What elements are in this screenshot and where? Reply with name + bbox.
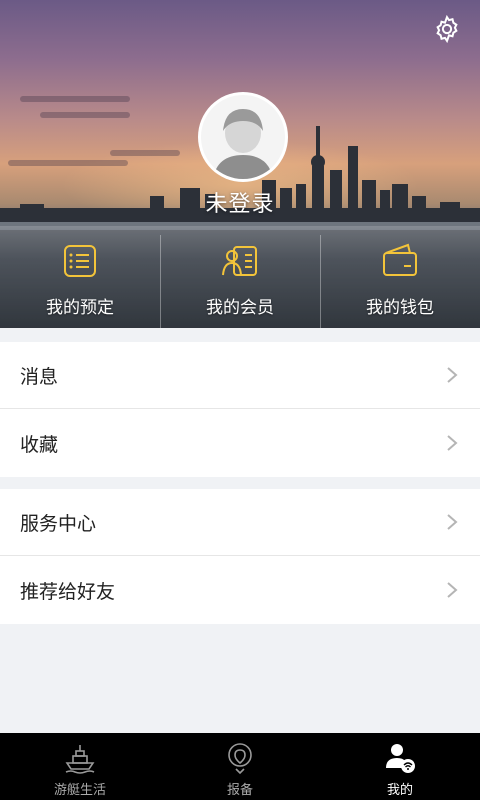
tab-label: 报备 <box>226 783 253 798</box>
menu-group-1: 消息 收藏 <box>0 342 480 477</box>
tab-label: 我的 <box>386 783 413 798</box>
menu-item-favorites[interactable]: 收藏 <box>0 409 480 477</box>
menu-item-label: 服务中心 <box>20 512 97 535</box>
profile-screen: 未登录 我的预定 我的会员 我的钱包 消息 收藏 服务中心 推荐给好友 游艇生活… <box>0 0 480 800</box>
menu-item-label: 推荐给好友 <box>20 580 116 603</box>
quick-link-reservations[interactable]: 我的预定 <box>0 235 160 328</box>
tab-report[interactable]: 报备 <box>160 733 320 800</box>
tab-mine[interactable]: 我的 <box>320 733 480 800</box>
quick-link-label: 我的钱包 <box>366 298 434 318</box>
quick-link-label: 我的会员 <box>206 298 274 318</box>
menu-item-messages[interactable]: 消息 <box>0 342 480 409</box>
user-profile-icon <box>386 744 415 773</box>
menu-group-2: 服务中心 推荐给好友 <box>0 489 480 624</box>
default-avatar-icon <box>201 95 285 179</box>
yacht-icon <box>65 745 95 774</box>
chevron-right-icon <box>447 435 458 451</box>
menu-item-label: 消息 <box>20 365 59 388</box>
gear-icon[interactable] <box>432 14 462 44</box>
member-card-icon <box>222 246 257 276</box>
quick-links-row: 我的预定 我的会员 我的钱包 <box>0 235 480 328</box>
list-icon <box>64 245 96 277</box>
profile-header: 未登录 我的预定 我的会员 我的钱包 <box>0 0 480 328</box>
menu-item-label: 收藏 <box>20 433 59 456</box>
chevron-right-icon <box>447 514 458 530</box>
login-status-text[interactable]: 未登录 <box>0 186 480 218</box>
tab-label: 游艇生活 <box>53 783 106 798</box>
quick-link-wallet[interactable]: 我的钱包 <box>320 235 480 328</box>
cloud <box>20 96 130 102</box>
wallet-icon <box>383 243 417 276</box>
quick-link-membership[interactable]: 我的会员 <box>160 235 320 328</box>
menu-item-service-center[interactable]: 服务中心 <box>0 489 480 556</box>
tab-yacht-life[interactable]: 游艇生活 <box>0 733 160 800</box>
bottom-tab-bar: 游艇生活 报备 我的 <box>0 733 480 800</box>
quick-link-label: 我的预定 <box>46 298 114 318</box>
location-pin-icon <box>228 743 252 775</box>
chevron-right-icon <box>447 367 458 383</box>
menu-item-recommend[interactable]: 推荐给好友 <box>0 556 480 624</box>
chevron-right-icon <box>447 582 458 598</box>
avatar[interactable] <box>198 92 288 182</box>
